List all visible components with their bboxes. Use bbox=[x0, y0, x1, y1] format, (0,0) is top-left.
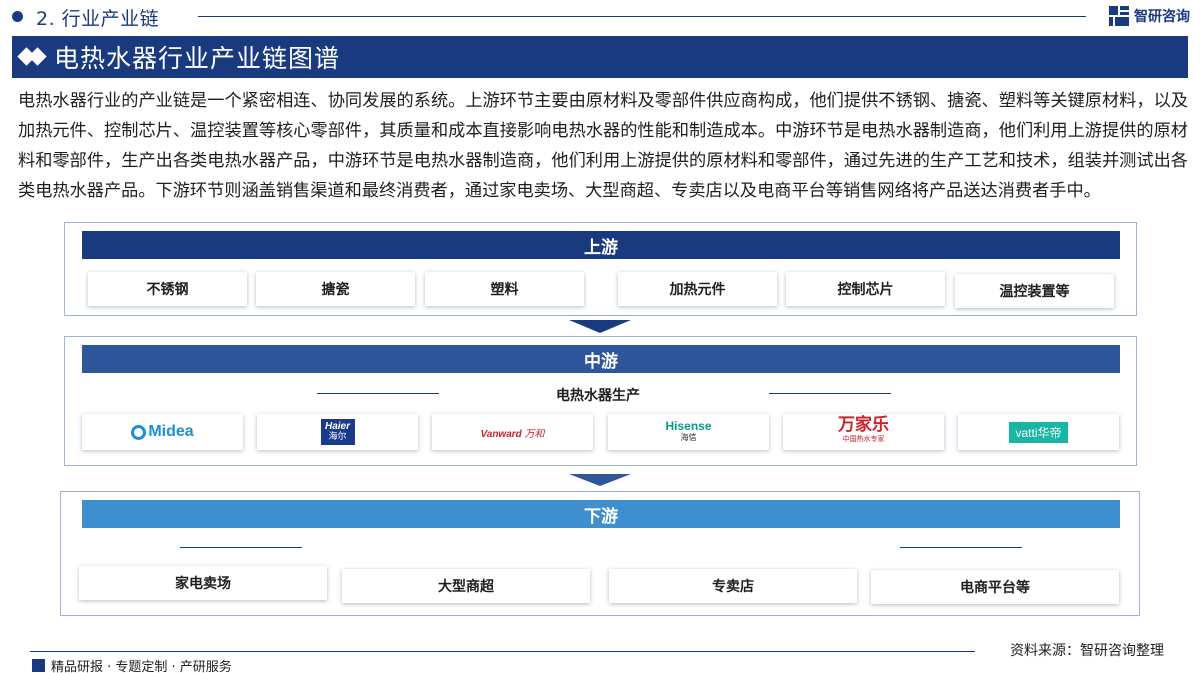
intro-paragraph: 电热水器行业的产业链是一个紧密相连、协同发展的系统。上游环节主要由原材料及零部件… bbox=[18, 91, 1188, 201]
section-bullet-icon bbox=[12, 11, 23, 22]
page-title: 电热水器行业产业链图谱 bbox=[54, 44, 341, 73]
downstream-item: 专卖店 bbox=[609, 569, 857, 603]
logo-hisense: Hisense 海信 bbox=[608, 414, 769, 450]
upstream-item: 不锈钢 bbox=[88, 272, 247, 306]
downstream-header: 下游 bbox=[82, 500, 1120, 528]
vanward-cn: 万和 bbox=[524, 428, 545, 440]
brand-name: 智研咨询 bbox=[1134, 9, 1190, 25]
brand-logo: 智研咨询 bbox=[1109, 6, 1190, 26]
top-bar: 2. 行业产业链 智研咨询 bbox=[0, 0, 1200, 32]
downstream-item: 家电卖场 bbox=[79, 566, 327, 600]
downstream-item: 大型商超 bbox=[342, 569, 590, 603]
upstream-header: 上游 bbox=[82, 231, 1120, 259]
header-divider bbox=[198, 16, 1086, 17]
downstream-item: 电商平台等 bbox=[871, 570, 1119, 604]
flow-arrow-icon bbox=[569, 474, 631, 486]
logo-macro: 万家乐 中国热水专家 bbox=[783, 414, 944, 450]
footer-tagline: 精品研报 · 专题定制 · 产研服务 bbox=[32, 656, 232, 673]
midstream-subtitle: 电热水器生产 bbox=[556, 388, 640, 404]
footer-tagline-text: 精品研报 · 专题定制 · 产研服务 bbox=[51, 660, 232, 673]
logo-midea: Midea bbox=[82, 414, 243, 450]
upstream-item: 加热元件 bbox=[618, 272, 777, 306]
macro-wordmark: 万家乐 bbox=[838, 415, 889, 435]
vatti-cn: 华帝 bbox=[1037, 425, 1062, 440]
vatti-wordmark: vatti bbox=[1015, 425, 1038, 440]
hisense-wordmark: Hisense bbox=[665, 419, 712, 433]
midea-ring-icon bbox=[131, 424, 147, 440]
vanward-wordmark: Vanward bbox=[480, 428, 522, 440]
midstream-rule-left bbox=[317, 393, 439, 394]
title-banner: 电热水器行业产业链图谱 bbox=[12, 36, 1188, 78]
haier-cn: 海尔 bbox=[328, 432, 347, 442]
brand-mark-icon bbox=[32, 659, 45, 672]
source-note: 资料来源：智研咨询整理 bbox=[1010, 643, 1164, 659]
vanward-logo-mark: Vanward 万和 bbox=[480, 425, 544, 440]
midea-wordmark: Midea bbox=[148, 423, 194, 440]
diamond-icon bbox=[12, 36, 54, 78]
macro-logo-mark: 万家乐 中国热水专家 bbox=[838, 415, 889, 446]
hisense-cn: 海信 bbox=[680, 433, 697, 442]
midstream-header: 中游 bbox=[82, 345, 1120, 373]
hisense-logo-mark: Hisense 海信 bbox=[665, 419, 712, 443]
midea-logo-mark: Midea bbox=[131, 423, 194, 441]
upstream-item: 塑料 bbox=[425, 272, 584, 306]
haier-logo-mark: Haier 海尔 bbox=[320, 419, 355, 445]
brand-mark-icon bbox=[1109, 6, 1129, 26]
upstream-item: 温控装置等 bbox=[955, 274, 1114, 308]
upstream-item: 搪瓷 bbox=[256, 272, 415, 306]
logo-haier: Haier 海尔 bbox=[257, 414, 418, 450]
macro-slogan: 中国热水专家 bbox=[842, 435, 885, 443]
upstream-item: 控制芯片 bbox=[786, 272, 945, 306]
section-title: 2. 行业产业链 bbox=[36, 8, 160, 30]
vatti-logo-mark: vatti华帝 bbox=[1009, 421, 1068, 443]
logo-vatti: vatti华帝 bbox=[958, 414, 1119, 450]
logo-vanward: Vanward 万和 bbox=[432, 414, 593, 450]
downstream-rule-right bbox=[900, 547, 1022, 548]
downstream-rule-left bbox=[180, 547, 302, 548]
midstream-rule-right bbox=[769, 393, 891, 394]
footer-divider bbox=[30, 651, 975, 652]
haier-wordmark: Haier bbox=[324, 421, 350, 432]
flow-arrow-icon bbox=[569, 320, 631, 333]
